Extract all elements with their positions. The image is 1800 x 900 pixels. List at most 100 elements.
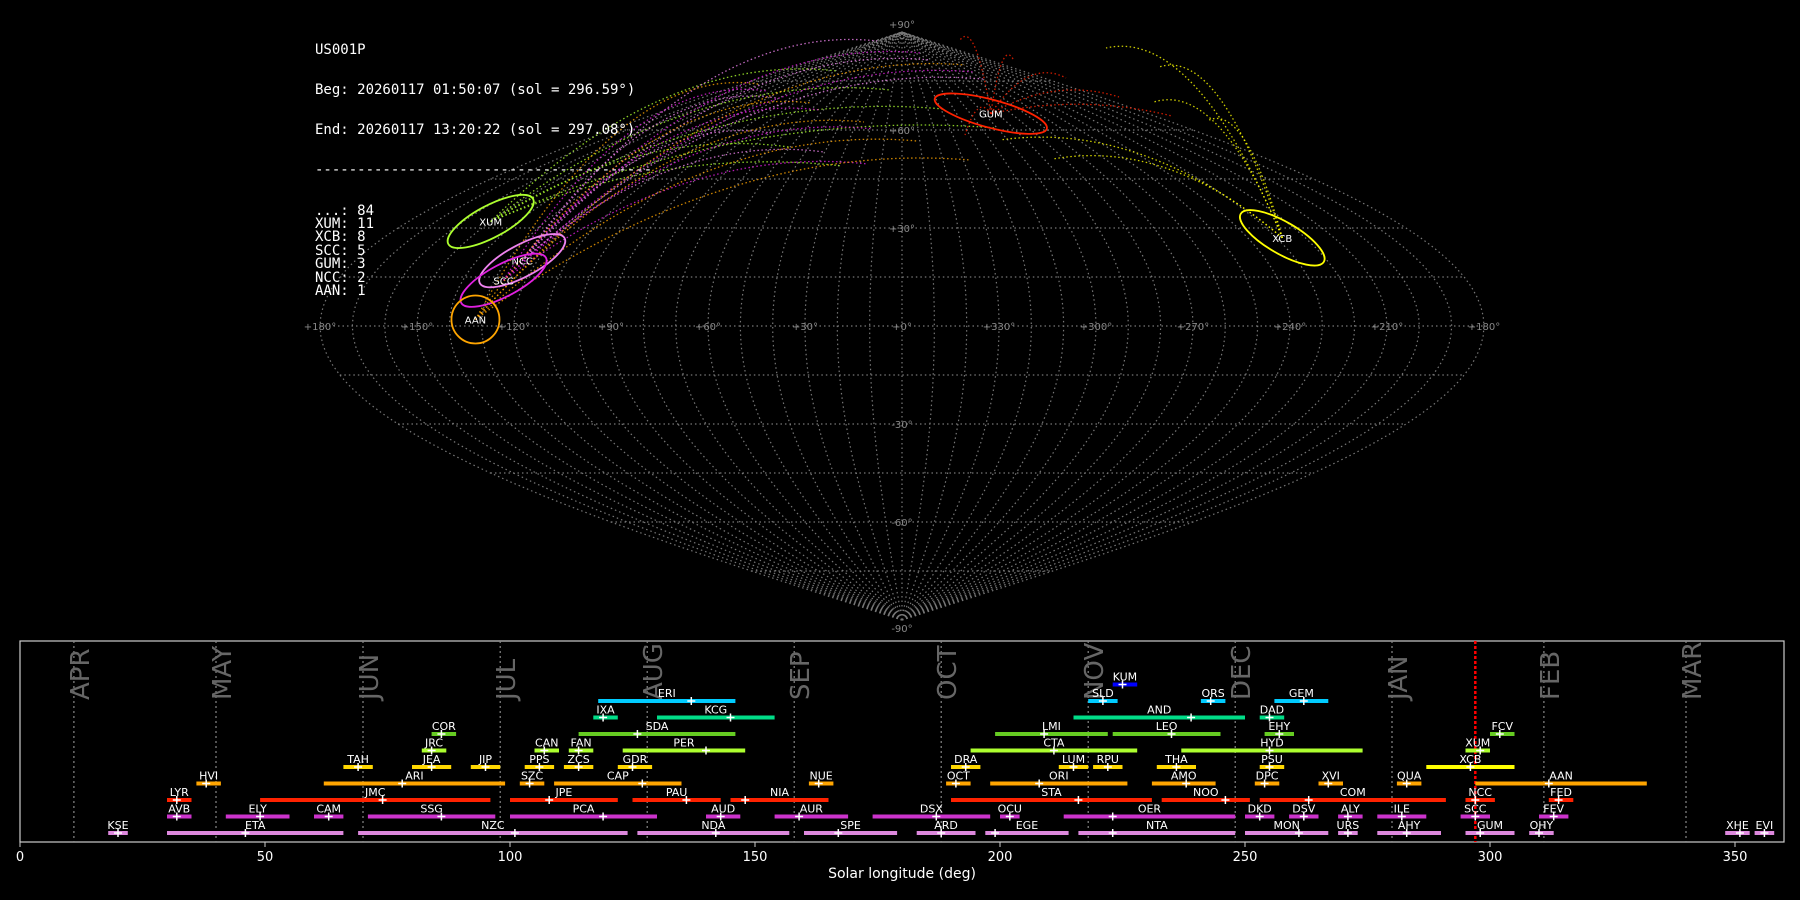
shower-ors: ORS [1200, 687, 1226, 705]
shower-ehy: EHY [1264, 720, 1294, 738]
shower-label: NDA [701, 819, 726, 832]
shower-avb: AVB [167, 803, 192, 821]
shower-cam: CAM [314, 803, 344, 821]
shower-label: SSG [420, 803, 443, 816]
shower-label: DRA [954, 753, 978, 766]
shower-label: CAP [607, 770, 629, 783]
shower-xum: XUM [1465, 737, 1490, 755]
shower-label: ERI [658, 687, 676, 700]
shower-label: PPS [529, 753, 549, 766]
shower-label: JEA [422, 753, 441, 766]
shower-aly: ALY [1338, 803, 1363, 821]
shower-label: LMI [1042, 720, 1061, 733]
shower-label: FED [1550, 786, 1572, 799]
shower-lum: LUM [1058, 753, 1089, 771]
shower-label: EGE [1016, 819, 1038, 832]
shower-label: SZC [521, 770, 544, 783]
shower-label: DPC [1256, 770, 1279, 783]
shower-label: GUM [1477, 819, 1503, 832]
shower-label: NIA [770, 786, 789, 799]
shower-label: PER [673, 737, 695, 750]
shower-label: NZC [481, 819, 505, 832]
shower-label: ELY [248, 803, 267, 816]
shower-label: ORI [1049, 770, 1069, 783]
shower-dkd: DKD [1245, 803, 1275, 821]
shower-label: ORS [1202, 687, 1225, 700]
shower-label: PCA [573, 803, 595, 816]
month-label: DEC [1227, 645, 1257, 700]
shower-label: ILE [1394, 803, 1410, 816]
shower-label: PSU [1261, 753, 1283, 766]
shower-label: SPE [840, 819, 861, 832]
shower-label: COM [1340, 786, 1366, 799]
shower-fed: FED [1548, 786, 1574, 804]
shower-qua: QUA [1396, 770, 1422, 788]
shower-xhe: XHE [1725, 819, 1750, 837]
shower-label: SCC [1464, 803, 1487, 816]
x-tick-label: 150 [743, 850, 768, 865]
shower-label: OHY [1530, 819, 1554, 832]
shower-dpc: DPC [1254, 770, 1280, 788]
shower-label: GDR [623, 753, 648, 766]
shower-label: AND [1147, 704, 1171, 717]
shower-scc: SCC [1460, 803, 1490, 821]
shower-ocu: OCU [998, 803, 1022, 821]
shower-label: ZCS [567, 753, 589, 766]
month-label: MAY [208, 646, 238, 700]
shower-gdr: GDR [617, 753, 653, 771]
month-label: JUN [355, 654, 385, 702]
shower-label: STA [1041, 786, 1062, 799]
shower-label: JIP [478, 753, 492, 766]
shower-label: XCB [1459, 753, 1481, 766]
shower-szc: SZC [519, 770, 545, 788]
shower-evi: EVI [1754, 819, 1775, 837]
shower-ixa: IXA [593, 704, 618, 722]
shower-label: PAU [666, 786, 688, 799]
x-tick-label: 300 [1478, 850, 1503, 865]
shower-label: EHY [1268, 720, 1290, 733]
x-axis-label: Solar longitude (deg) [828, 866, 976, 882]
shower-label: ETA [245, 819, 266, 832]
x-tick-label: 100 [498, 850, 523, 865]
month-label: FEB [1536, 651, 1566, 700]
shower-label: SDA [646, 720, 669, 733]
shower-label: EVI [1756, 819, 1774, 832]
shower-label: LEO [1156, 720, 1178, 733]
shower-psu: PSU [1259, 753, 1285, 771]
month-label: APR [66, 648, 96, 700]
shower-label: URS [1337, 819, 1360, 832]
shower-label: DKD [1248, 803, 1272, 816]
shower-label: ARI [405, 770, 423, 783]
shower-zcs: ZCS [563, 753, 594, 771]
shower-label: KSE [107, 819, 128, 832]
shower-label: SLD [1092, 687, 1114, 700]
shower-label: THA [1164, 753, 1188, 766]
shower-fev: FEV [1539, 803, 1569, 821]
month-label: JUL [492, 658, 522, 702]
x-tick-label: 0 [16, 850, 24, 865]
shower-xvi: XVI [1318, 770, 1343, 788]
shower-rpu: RPU [1093, 753, 1123, 771]
shower-label: NUE [810, 770, 833, 783]
shower-label: CTA [1043, 737, 1065, 750]
shower-label: CAM [316, 803, 341, 816]
shower-label: DSV [1292, 803, 1315, 816]
shower-label: FAN [571, 737, 592, 750]
shower-activity-timeline: APR MAY JUN JUL AUG SEP OCT NOV DEC JAN FEB MARKUMS… [16, 640, 1785, 882]
shower-label: FEV [1543, 803, 1564, 816]
shower-label: ALY [1341, 803, 1360, 816]
shower-label: XHE [1726, 819, 1749, 832]
shower-label: AMO [1171, 770, 1197, 783]
shower-label: XUM [1465, 737, 1490, 750]
shower-jrc: JRC [421, 737, 447, 755]
timeline-frame [19, 640, 1785, 843]
shower-fan: FAN [568, 737, 594, 755]
shower-hvi: HVI [196, 770, 221, 788]
shower-fcv: FCV [1490, 720, 1515, 738]
shower-ohy: OHY [1529, 819, 1554, 837]
shower-label: JMC [364, 786, 386, 799]
shower-dra: DRA [951, 753, 981, 771]
shower-label: JRC [424, 737, 443, 750]
shower-label: OER [1138, 803, 1162, 816]
shower-label: DAD [1260, 704, 1284, 717]
